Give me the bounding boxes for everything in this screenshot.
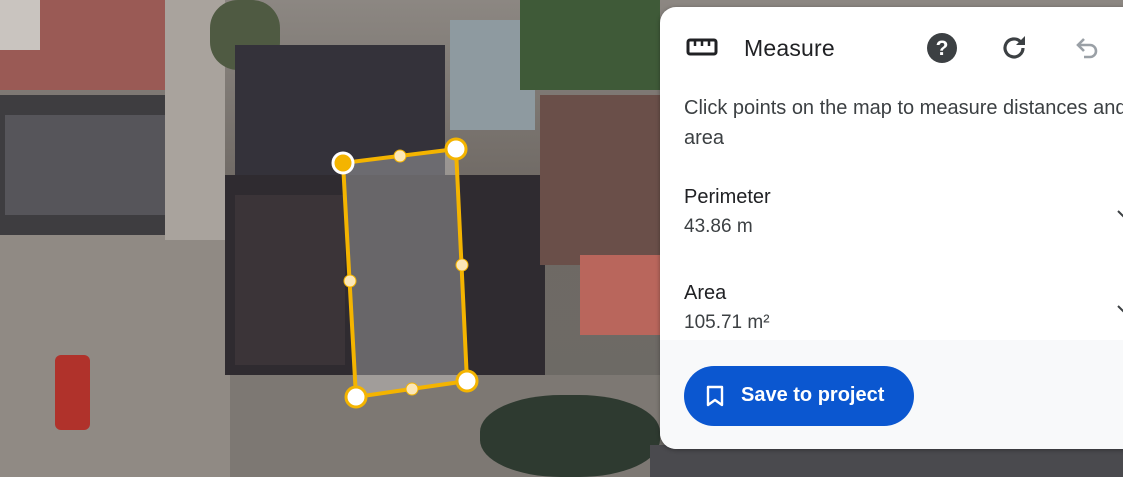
measured-area-polygon [340,146,470,400]
edge-midpoint-handle[interactable] [405,382,419,396]
undo-button[interactable] [1070,32,1102,64]
measure-instructions: Click points on the map to measure dista… [684,97,1123,149]
vertex-handle[interactable] [455,369,479,393]
refresh-button[interactable] [998,32,1030,64]
panel-title: Measure [744,35,835,61]
perimeter-value: 43.86 m [684,216,753,237]
perimeter-label: Perimeter [684,186,771,208]
save-to-project-button[interactable]: Save to project [684,366,914,426]
area-label: Area [684,282,727,304]
save-button-label: Save to project [741,384,885,406]
svg-text:?: ? [936,37,949,60]
vertex-handle[interactable] [344,385,368,409]
edge-midpoint-handle[interactable] [455,258,469,272]
chevron-down-icon[interactable] [1116,207,1123,221]
vertex-handle-start[interactable] [331,151,355,175]
panel-footer: Save to project [660,340,1123,449]
vertex-handle[interactable] [444,137,468,161]
edge-midpoint-handle[interactable] [393,149,407,163]
ruler-icon [686,38,718,56]
area-value: 105.71 m² [684,312,770,333]
help-icon: ? [927,33,957,63]
panel-header: Measure ? [660,7,1123,91]
bookmark-icon [706,385,724,407]
help-button[interactable]: ? [926,32,958,64]
edge-midpoint-handle[interactable] [343,274,357,288]
refresh-icon [1003,36,1025,59]
measure-panel: Measure ? Click points on the map to mea… [660,7,1123,449]
chevron-down-icon[interactable] [1116,302,1123,316]
undo-icon [1076,38,1098,59]
